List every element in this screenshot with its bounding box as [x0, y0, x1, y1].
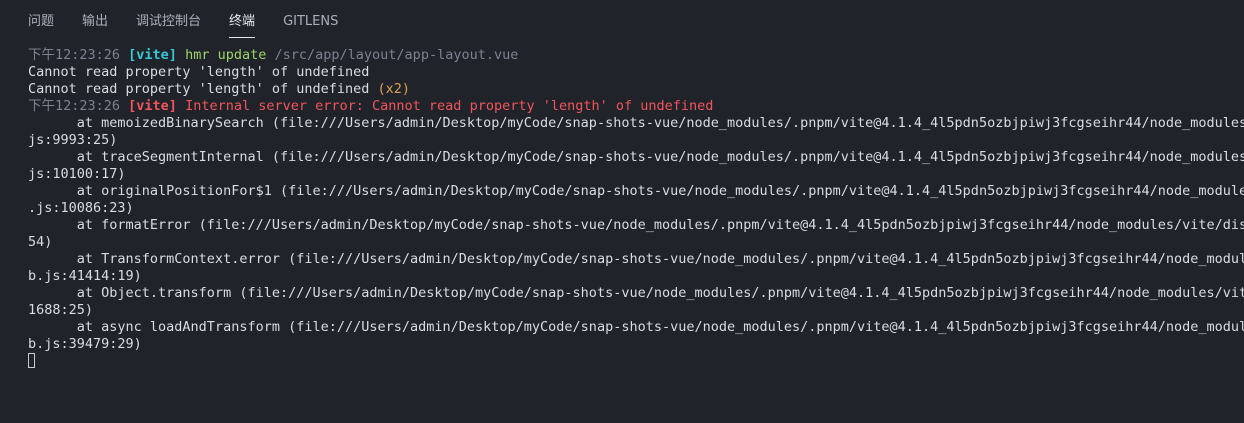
repeat-count: (x2)	[377, 81, 411, 97]
error-text: Cannot read property 'length' of undefin…	[28, 81, 370, 97]
stack-line: at memoizedBinarySearch (file:///Users/a…	[76, 115, 1244, 131]
timestamp: 下午12:23:26	[28, 98, 121, 114]
stack-line: at traceSegmentInternal (file:///Users/a…	[76, 149, 1244, 165]
tab-problems[interactable]: 问题	[28, 0, 54, 44]
vite-tag: [vite]	[128, 98, 177, 114]
stack-line: js:9993:25)	[28, 132, 118, 148]
stack-line: at async loadAndTransform (file:///Users…	[76, 319, 1244, 335]
terminal-line: Cannot read property 'length' of undefin…	[28, 64, 370, 80]
timestamp: 下午12:23:26	[28, 47, 121, 63]
stack-line: 1688:25)	[28, 302, 94, 318]
tab-debug-console[interactable]: 调试控制台	[136, 0, 201, 44]
tab-gitlens[interactable]: GITLENS	[283, 0, 338, 44]
tab-output[interactable]: 输出	[82, 0, 108, 44]
stack-line: at Object.transform (file:///Users/admin…	[76, 285, 1244, 301]
file-path: /src/app/layout/app-layout.vue	[274, 47, 519, 63]
terminal-panel: 问题 输出 调试控制台 终端 GITLENS 下午12:23:26 [vite]…	[0, 0, 1244, 423]
panel-tab-bar: 问题 输出 调试控制台 终端 GITLENS	[0, 0, 1244, 44]
terminal-line: Cannot read property 'length' of undefin…	[28, 81, 1244, 98]
error-message: Internal server error: Cannot read prope…	[185, 98, 714, 114]
stack-line: at originalPositionFor$1 (file:///Users/…	[76, 183, 1244, 199]
stack-line: js:10100:17)	[28, 166, 126, 182]
stack-line: b.js:39479:29)	[28, 336, 142, 352]
terminal-output[interactable]: 下午12:23:26 [vite] hmr update /src/app/la…	[28, 47, 1244, 423]
stack-line: b.js:41414:19)	[28, 268, 142, 284]
stack-line: at formatError (file:///Users/admin/Desk…	[76, 217, 1244, 233]
terminal-line: 下午12:23:26 [vite] hmr update /src/app/la…	[28, 47, 1244, 64]
stack-line: .js:10086:23)	[28, 200, 134, 216]
tab-terminal[interactable]: 终端	[229, 0, 256, 44]
stack-line: 54)	[28, 234, 53, 250]
hmr-message: hmr update	[185, 47, 267, 63]
terminal-cursor	[28, 353, 35, 368]
prompt-line[interactable]	[28, 353, 1244, 370]
vite-tag: [vite]	[128, 47, 177, 63]
terminal-line: 下午12:23:26 [vite] Internal server error:…	[28, 98, 1244, 115]
stack-line: at TransformContext.error (file:///Users…	[76, 251, 1244, 267]
